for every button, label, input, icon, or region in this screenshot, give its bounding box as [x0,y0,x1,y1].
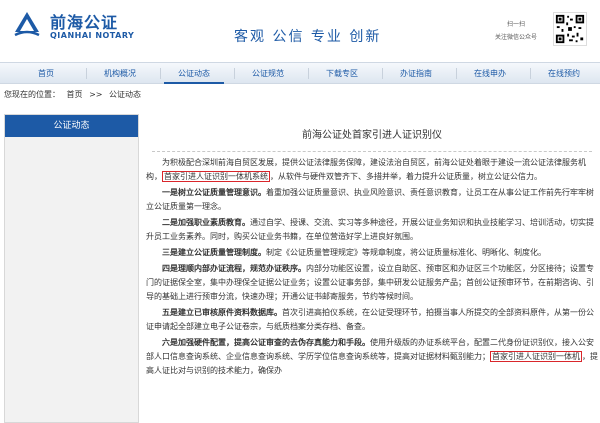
logo-subtitle: QIANHAI NOTARY [50,31,135,40]
site-header: 前海公证 QIANHAI NOTARY 客观 公信 专业 创新 扫一扫 关注微信… [0,0,600,62]
article-paragraph: 五是建立已审核原件资料数据库。首次引进高拍仪系统，在公证受理环节，拍摄当事人所提… [146,308,594,331]
nav-divider [160,68,161,79]
nav-divider [86,68,87,79]
article-paragraph: 二是加强职业素质教育。通过自学、授课、交流、实习等多种途径，开展公证业务知识和执… [146,218,594,241]
article-paragraph: 为积极配合深圳前海自贸区发展，提供公证法律服务保障，建设法治自贸区，前海公证处着… [146,158,586,182]
highlight-box: 首家引进人证识别一体机系统 [162,171,270,182]
nav-item-apply-online[interactable]: 在线申办 [460,63,520,84]
nav-item-home[interactable]: 首页 [16,63,76,84]
nav-item-downloads[interactable]: 下载专区 [312,63,372,84]
sidebar-title[interactable]: 公证动态 [5,115,138,137]
breadcrumb-separator: >> [89,90,103,99]
main-nav: 首页 机构概况 公证动态 公证规范 下载专区 办证指南 在线申办 在线预约 [0,62,600,84]
article-body: 为积极配合深圳前海自贸区发展，提供公证法律服务保障，建设法治自贸区，前海公证处着… [146,156,600,380]
breadcrumb: 您现在的位置： 首页 >> 公证动态 [4,89,145,100]
nav-item-news[interactable]: 公证动态 [164,63,224,84]
article-paragraph: 一是树立公证质量管理意识。着重加强公证质量意识、执业风险意识、责任意识教育，让员… [146,188,594,211]
nav-divider [530,68,531,79]
sidebar: 公证动态 [4,114,139,423]
qr-code-icon [553,12,587,46]
article-paragraph: 三是建立公证质量管理制度。制定《公证质量管理规定》等规章制度，将公证质量标准化、… [162,248,546,257]
nav-divider [456,68,457,79]
follow-label: 关注微信公众号 [494,34,537,41]
nav-item-standards[interactable]: 公证规范 [238,63,298,84]
nav-divider [234,68,235,79]
nav-item-about[interactable]: 机构概况 [90,63,150,84]
site-slogan: 客观 公信 专业 创新 [234,29,382,45]
article-title: 前海公证处首家引进人证识别仪 [152,126,592,152]
breadcrumb-current[interactable]: 公证动态 [109,90,141,99]
qianhai-logo-icon[interactable] [12,10,42,40]
article-paragraph: 四是理顺内部办证流程，规范办证秩序。内部分功能区设置，设立自助区、预审区和办证区… [146,264,594,301]
nav-item-guide[interactable]: 办证指南 [386,63,446,84]
article: 前海公证处首家引进人证识别仪 为积极配合深圳前海自贸区发展，提供公证法律服务保障… [146,114,600,423]
highlight-box: 首家引进人证识别一体机 [490,351,582,362]
nav-item-booking[interactable]: 在线预约 [534,63,594,84]
breadcrumb-prefix: 您现在的位置： [4,90,60,99]
wechat-prompt: 扫一扫 关注微信公众号 [486,18,546,44]
breadcrumb-home[interactable]: 首页 [67,90,83,99]
nav-divider [382,68,383,79]
article-paragraph: 六是加强硬件配置，提高公证审查的去伪存真能力和手段。使用升级版的办证系统平台，配… [146,338,598,375]
logo-title[interactable]: 前海公证 [50,9,118,33]
nav-divider [308,68,309,79]
scan-label: 扫一扫 [506,21,525,28]
